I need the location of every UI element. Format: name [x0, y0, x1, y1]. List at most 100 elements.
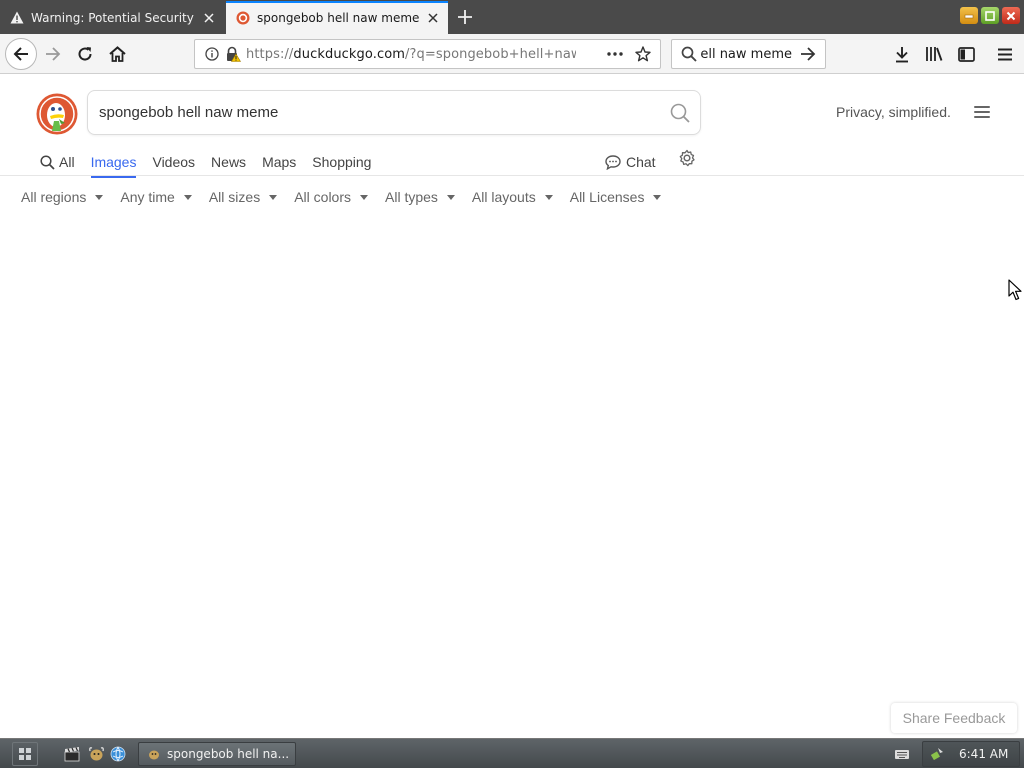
forward-button[interactable] — [38, 39, 68, 69]
mouse-cursor-icon — [1008, 279, 1022, 301]
tab-images[interactable]: Images — [90, 147, 137, 178]
filter-label: All colors — [294, 189, 351, 205]
plus-icon — [458, 10, 472, 24]
start-menu-button[interactable] — [12, 742, 38, 766]
more-actions-icon[interactable] — [604, 44, 626, 64]
filter-sizes[interactable]: All sizes — [208, 185, 278, 209]
tab-title: Warning: Potential Security Risk Ahead — [31, 10, 196, 25]
library-button[interactable] — [919, 39, 949, 69]
clock: 6:41 AM — [959, 747, 1009, 761]
file-manager-launcher[interactable] — [86, 744, 106, 764]
filter-label: All layouts — [471, 189, 536, 205]
app-icon — [147, 747, 161, 761]
maximize-button[interactable] — [981, 7, 999, 24]
chat-label: Chat — [626, 154, 656, 170]
url-bar[interactable]: https://duckduckgo.com/?q=spongebob+hell… — [194, 39, 661, 69]
tab-duckduckgo[interactable]: spongebob hell naw meme at DuckDuckGo — [226, 1, 448, 34]
chat-bubble-icon — [605, 154, 621, 170]
filter-licenses[interactable]: All Licenses — [570, 185, 662, 209]
filter-colors[interactable]: All colors — [294, 185, 368, 209]
web-page: spongebob hell naw meme Privacy, simplif… — [0, 75, 1024, 738]
window-controls — [960, 7, 1020, 24]
system-tray: 6:41 AM — [922, 741, 1020, 767]
duckduckgo-logo[interactable] — [36, 93, 78, 135]
share-feedback-button[interactable]: Share Feedback — [891, 703, 1017, 733]
caret-down-icon — [183, 194, 192, 200]
close-tab-icon[interactable] — [200, 9, 218, 27]
keyboard-layout-icon[interactable] — [891, 743, 913, 765]
minimize-button[interactable] — [960, 7, 978, 24]
vertical-tabs: All Images Videos News Maps Shopping — [40, 147, 387, 178]
tab-videos[interactable]: Videos — [152, 147, 195, 177]
info-icon[interactable] — [202, 47, 222, 61]
caret-down-icon — [269, 194, 278, 200]
home-icon — [108, 46, 126, 62]
tab-label: News — [211, 154, 247, 170]
hamburger-menu-icon[interactable] — [972, 104, 992, 120]
close-window-button[interactable] — [1002, 7, 1020, 24]
download-button[interactable] — [887, 39, 917, 69]
tab-label: Images — [90, 154, 137, 170]
download-icon — [896, 46, 908, 62]
filter-regions[interactable]: All regions — [21, 185, 104, 209]
tab-label: Videos — [152, 154, 196, 170]
network-icon[interactable] — [930, 746, 945, 763]
media-player-launcher[interactable] — [62, 744, 82, 764]
browser-search-bar[interactable]: spongebob hell naw meme — [671, 39, 826, 69]
tab-news[interactable]: News — [211, 147, 246, 177]
filter-time[interactable]: Any time — [120, 185, 192, 209]
duckduckgo-favicon — [236, 11, 250, 25]
new-tab-button[interactable] — [452, 4, 478, 30]
lock-warning-icon[interactable] — [224, 46, 242, 62]
globe-icon — [110, 746, 126, 762]
reload-button[interactable] — [70, 39, 100, 69]
taskbar-window-button[interactable]: spongebob hell na... — [138, 742, 296, 766]
tab-label: Shopping — [312, 154, 372, 170]
warning-icon — [10, 11, 24, 25]
bookmark-star-icon[interactable] — [632, 44, 654, 64]
taskbar: spongebob hell na... 6:41 AM — [0, 738, 1024, 768]
search-icon — [40, 154, 55, 170]
header-divider — [0, 175, 1024, 176]
ddg-search-box[interactable]: spongebob hell naw meme — [87, 90, 701, 135]
tab-all[interactable]: All — [40, 147, 75, 177]
caret-down-icon — [95, 194, 104, 200]
search-icon — [678, 46, 700, 62]
reload-icon — [78, 47, 92, 61]
tab-maps[interactable]: Maps — [262, 147, 296, 177]
caret-down-icon — [544, 194, 553, 200]
caret-down-icon — [360, 194, 368, 200]
tab-title: spongebob hell naw meme at DuckDuckGo — [257, 10, 420, 25]
tab-shopping[interactable]: Shopping — [312, 147, 371, 177]
image-filters: All regions Any time All sizes All color… — [21, 185, 678, 209]
back-button[interactable] — [5, 38, 37, 70]
settings-gear-icon[interactable] — [677, 148, 697, 168]
search-icon[interactable] — [660, 103, 700, 123]
forward-icon — [46, 47, 61, 61]
go-arrow-icon[interactable] — [796, 47, 820, 61]
filter-label: All sizes — [208, 189, 261, 205]
search-query[interactable]: spongebob hell naw meme — [99, 104, 660, 121]
gnu-icon — [88, 747, 104, 761]
browser-launcher[interactable] — [108, 744, 128, 764]
filter-types[interactable]: All types — [385, 185, 455, 209]
navigation-toolbar: https://duckduckgo.com/?q=spongebob+hell… — [0, 34, 1024, 74]
filter-layouts[interactable]: All layouts — [472, 185, 553, 209]
chat-button[interactable]: Chat — [605, 147, 656, 177]
filter-label: All types — [385, 189, 438, 205]
caret-down-icon — [653, 194, 662, 200]
close-tab-icon[interactable] — [424, 9, 442, 27]
clapperboard-icon — [64, 747, 80, 762]
tab-label: All — [59, 154, 75, 170]
filter-label: All Licenses — [569, 189, 645, 205]
search-bar-text: spongebob hell naw meme — [700, 46, 792, 62]
library-icon — [926, 47, 943, 61]
back-icon — [13, 47, 28, 61]
tagline: Privacy, simplified. — [836, 104, 951, 120]
home-button[interactable] — [102, 39, 132, 69]
taskbar-window-label: spongebob hell na... — [167, 747, 290, 761]
sidebar-button[interactable] — [951, 39, 981, 69]
filter-label: Any time — [120, 189, 175, 205]
tab-security-warning[interactable]: Warning: Potential Security Risk Ahead — [0, 1, 224, 34]
menu-button[interactable] — [990, 39, 1020, 69]
